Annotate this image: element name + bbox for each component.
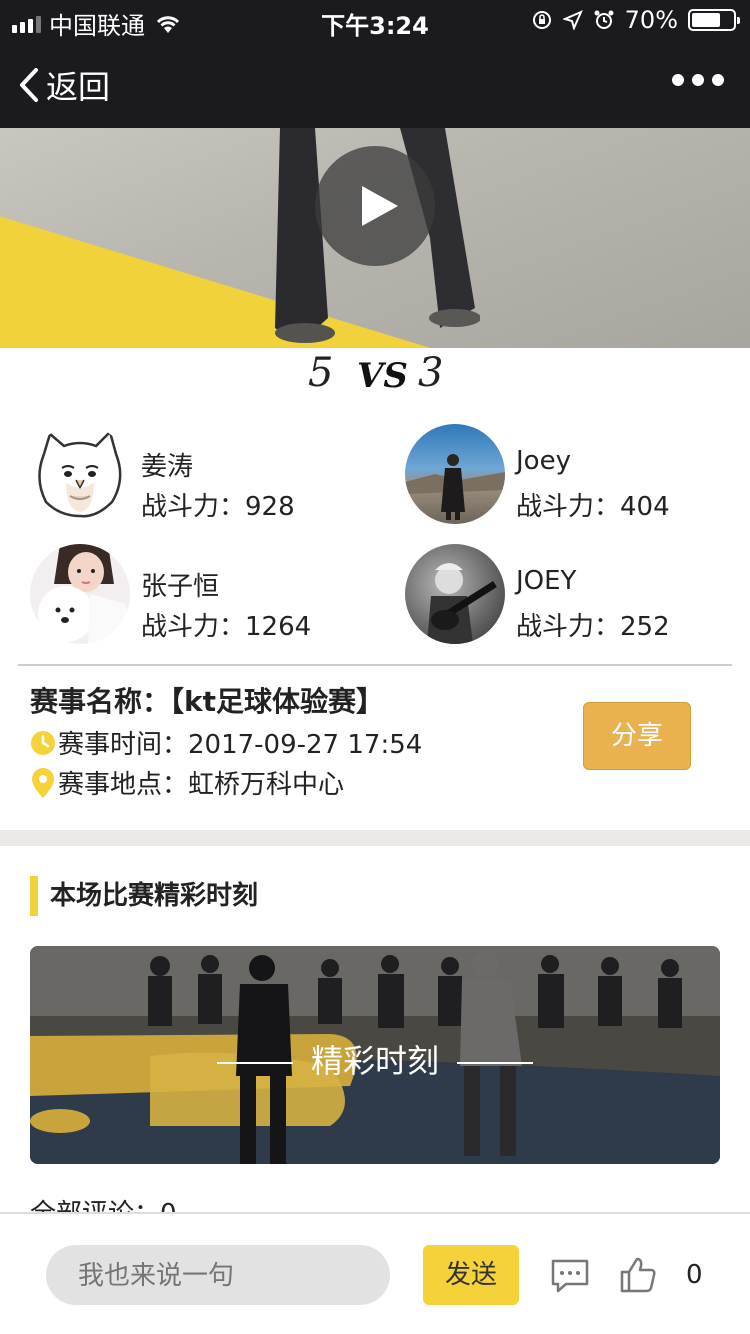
avatar bbox=[405, 544, 505, 644]
player-card[interactable]: JOEY 战斗力：252 bbox=[405, 544, 745, 644]
person-photo-icon bbox=[405, 454, 505, 520]
more-dot-icon bbox=[712, 74, 724, 86]
player-card[interactable]: 张子恒 战斗力：1264 bbox=[30, 544, 370, 644]
player-name: JOEY bbox=[516, 566, 577, 596]
vs-label: VS bbox=[357, 356, 408, 396]
more-dot-icon bbox=[672, 74, 684, 86]
score-left: 5 bbox=[308, 350, 334, 396]
highlights-banner-label: 精彩时刻 bbox=[310, 1042, 439, 1080]
share-button[interactable]: 分享 bbox=[583, 702, 691, 770]
like-count: 0 bbox=[686, 1260, 703, 1290]
avatar bbox=[30, 424, 130, 524]
player-power: 战斗力：252 bbox=[516, 612, 670, 642]
player-card[interactable]: Joey 战斗力：404 bbox=[405, 424, 745, 524]
score-right: 3 bbox=[418, 350, 444, 396]
more-dot-icon bbox=[692, 74, 704, 86]
decorative-line bbox=[216, 1062, 293, 1064]
comment-input[interactable] bbox=[46, 1245, 390, 1305]
match-score: 5 VS 3 bbox=[0, 350, 750, 400]
nav-bar: 返回 bbox=[0, 40, 750, 128]
alarm-icon bbox=[594, 10, 614, 29]
chevron-left-icon bbox=[20, 68, 38, 102]
rotation-lock-icon bbox=[532, 11, 551, 29]
send-button[interactable]: 发送 bbox=[423, 1245, 519, 1305]
section-separator bbox=[0, 830, 750, 846]
highlights-section-title: 本场比赛精彩时刻 bbox=[30, 876, 258, 916]
avatar bbox=[30, 544, 130, 644]
child-with-guitar-photo-icon bbox=[427, 563, 497, 644]
highlights-label-row: 精彩时刻 bbox=[30, 1036, 720, 1082]
match-location: 赛事地点：虹桥万科中心 bbox=[58, 770, 345, 800]
player-power: 战斗力：928 bbox=[141, 492, 295, 522]
player-card[interactable]: 姜涛 战斗力：928 bbox=[30, 424, 370, 524]
clock-icon bbox=[31, 730, 55, 755]
highlights-banner[interactable]: 精彩时刻 bbox=[30, 946, 720, 1164]
player-name: Joey bbox=[516, 446, 571, 476]
bottom-comment-bar: 发送 0 bbox=[0, 1212, 750, 1334]
battery-percent: 70% bbox=[624, 6, 678, 34]
cartoon-face-icon bbox=[38, 429, 122, 518]
status-bar: 中国联通 下午3:24 70% bbox=[0, 0, 750, 40]
back-button[interactable]: 返回 bbox=[18, 62, 110, 108]
player-name: 张子恒 bbox=[141, 572, 220, 602]
match-video[interactable] bbox=[0, 128, 750, 348]
comments-count: 全部评论：0 bbox=[30, 1196, 177, 1212]
player-power: 战斗力：1264 bbox=[141, 612, 312, 642]
match-time: 赛事时间：2017-09-27 17:54 bbox=[58, 730, 423, 760]
avatar bbox=[405, 424, 505, 524]
play-button[interactable] bbox=[315, 146, 435, 266]
match-location-row: 赛事地点：虹桥万科中心 bbox=[30, 764, 344, 801]
more-menu-button[interactable] bbox=[672, 74, 724, 86]
decorative-line bbox=[457, 1062, 533, 1064]
map-pin-icon bbox=[32, 767, 54, 798]
player-name: 姜涛 bbox=[141, 452, 194, 482]
player-power: 战斗力：404 bbox=[516, 492, 670, 522]
match-title: 赛事名称：【kt足球体验赛】 bbox=[30, 685, 385, 718]
divider bbox=[18, 664, 732, 666]
battery-icon bbox=[688, 9, 740, 31]
match-time-row: 赛事时间：2017-09-27 17:54 bbox=[30, 724, 422, 761]
thumbs-up-icon[interactable] bbox=[619, 1256, 657, 1294]
location-icon bbox=[562, 10, 583, 30]
back-label: 返回 bbox=[46, 68, 111, 106]
girl-with-dog-photo-icon bbox=[38, 544, 130, 644]
comment-icon[interactable] bbox=[550, 1258, 590, 1294]
status-right: 70% bbox=[531, 6, 740, 34]
